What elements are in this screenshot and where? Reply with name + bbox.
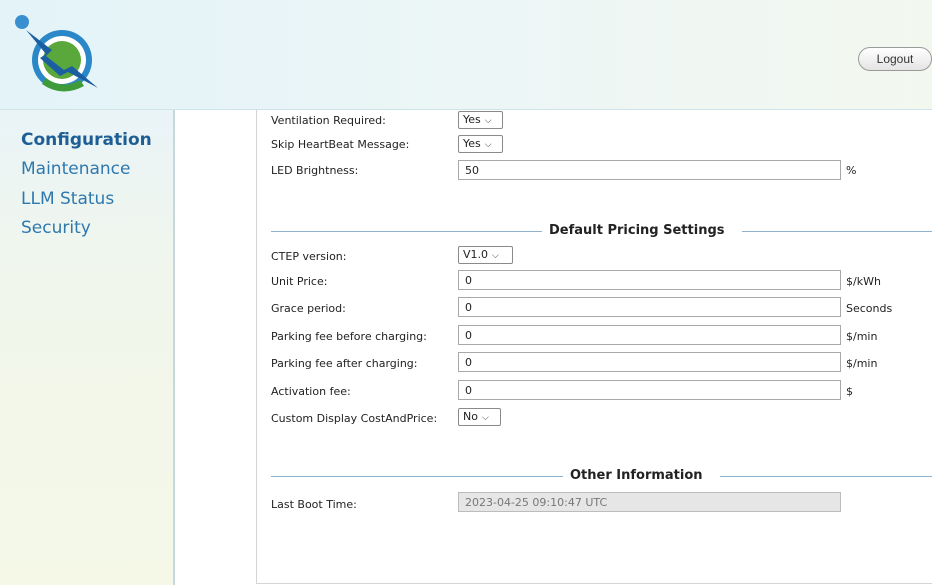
- logout-button[interactable]: Logout: [858, 47, 932, 71]
- ctep-version-label: CTEP version:: [271, 250, 347, 263]
- ctep-version-select[interactable]: V1.0 ⌵: [458, 246, 513, 264]
- ctep-version-value: V1.0: [463, 248, 489, 261]
- brand-logo-icon: [15, 15, 98, 92]
- custom-display-value: No: [463, 410, 478, 423]
- other-section-title: Other Information: [570, 468, 703, 483]
- chevron-down-icon: ⌵: [484, 116, 492, 126]
- pricing-divider-left: [271, 231, 542, 232]
- last-boot-time-field: 2023-04-25 09:10:47 UTC: [458, 492, 841, 512]
- activation-fee-label: Activation fee:: [271, 385, 351, 398]
- chevron-down-icon: ⌵: [481, 413, 489, 423]
- parking-after-unit: $/min: [846, 357, 878, 370]
- ventilation-required-select[interactable]: Yes ⌵: [458, 111, 503, 129]
- unit-price-unit: $/kWh: [846, 275, 881, 288]
- last-boot-time-label: Last Boot Time:: [271, 498, 357, 511]
- unit-price-label: Unit Price:: [271, 275, 328, 288]
- activation-fee-input[interactable]: 0: [458, 380, 841, 400]
- header: Logout: [0, 0, 932, 110]
- grace-period-unit: Seconds: [846, 302, 893, 315]
- chevron-down-icon: ⌵: [484, 140, 492, 150]
- custom-display-label: Custom Display CostAndPrice:: [271, 412, 438, 425]
- parking-after-input[interactable]: 0: [458, 352, 841, 372]
- pricing-divider-right: [742, 231, 932, 232]
- parking-after-label: Parking fee after charging:: [271, 357, 418, 370]
- other-divider-right: [720, 476, 932, 477]
- parking-before-input[interactable]: 0: [458, 325, 841, 345]
- grace-period-input[interactable]: 0: [458, 297, 841, 317]
- skip-heartbeat-value: Yes: [463, 137, 481, 150]
- led-brightness-input[interactable]: 50: [458, 160, 841, 180]
- sidebar-item-llm-status[interactable]: LLM Status: [21, 189, 114, 209]
- other-divider-left: [271, 476, 563, 477]
- unit-price-input[interactable]: 0: [458, 270, 841, 290]
- grace-period-label: Grace period:: [271, 302, 346, 315]
- skip-heartbeat-select[interactable]: Yes ⌵: [458, 135, 503, 153]
- led-brightness-unit: %: [846, 164, 857, 177]
- sidebar-item-maintenance[interactable]: Maintenance: [21, 159, 130, 179]
- custom-display-select[interactable]: No ⌵: [458, 408, 501, 426]
- sidebar-item-configuration[interactable]: Configuration: [21, 130, 152, 150]
- sidebar-item-security[interactable]: Security: [21, 218, 91, 238]
- config-form-panel: [256, 110, 932, 584]
- led-brightness-label: LED Brightness:: [271, 164, 359, 177]
- ventilation-required-value: Yes: [463, 113, 481, 126]
- chevron-down-icon: ⌵: [492, 251, 499, 261]
- skip-heartbeat-label: Skip HeartBeat Message:: [271, 138, 410, 151]
- parking-before-unit: $/min: [846, 330, 878, 343]
- sidebar: Configuration Maintenance LLM Status Sec…: [0, 110, 175, 585]
- pricing-section-title: Default Pricing Settings: [549, 223, 725, 238]
- ventilation-required-label: Ventilation Required:: [271, 114, 386, 127]
- activation-fee-unit: $: [846, 385, 853, 398]
- parking-before-label: Parking fee before charging:: [271, 330, 427, 343]
